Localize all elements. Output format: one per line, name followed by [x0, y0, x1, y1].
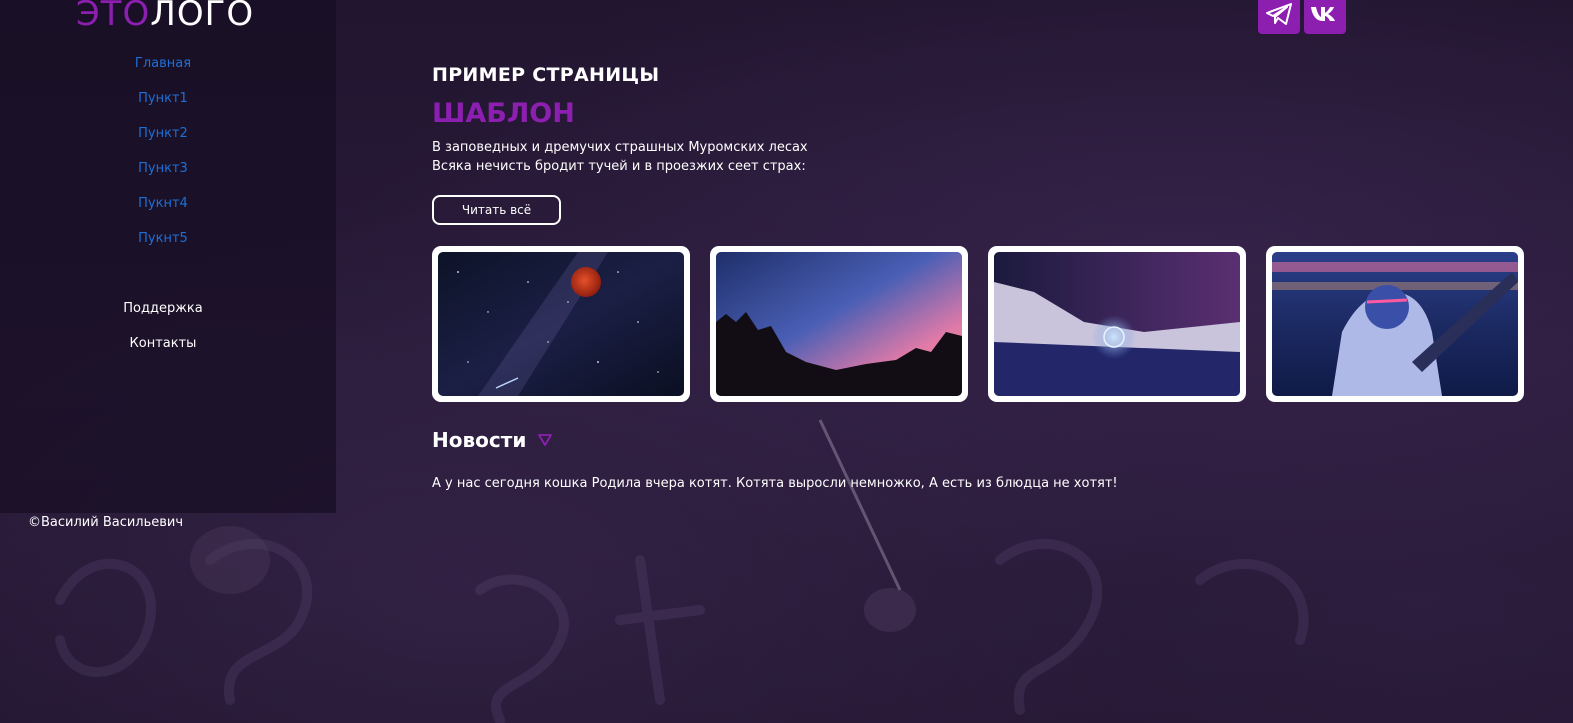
- news-header: Новости: [432, 428, 554, 452]
- sidebar: ЭТОЛОГО Главная Пункт1 Пункт2 Пункт3 Пук…: [0, 0, 336, 513]
- gallery-item[interactable]: [988, 246, 1246, 402]
- main-content: ПРИМЕР СТРАНИЦЫ ШАБЛОН В заповедных и др…: [432, 60, 1532, 491]
- vk-icon: [1311, 7, 1335, 21]
- neon-portrait-image: [1272, 252, 1518, 396]
- nav-item-support[interactable]: Поддержка: [0, 297, 326, 332]
- nav-item-contacts[interactable]: Контакты: [0, 332, 326, 367]
- read-more-button[interactable]: Читать всё: [432, 195, 561, 225]
- intro-text: В заповедных и дремучих страшных Муромск…: [432, 138, 1532, 176]
- nav-item-3[interactable]: Пункт3: [0, 157, 326, 192]
- copyright: ©Василий Васильевич: [28, 515, 184, 530]
- nav-item-4[interactable]: Пукнт4: [0, 192, 326, 227]
- logo[interactable]: ЭТОЛОГО: [76, 0, 254, 40]
- secondary-nav: Поддержка Контакты: [0, 297, 326, 367]
- image-gallery: [432, 246, 1524, 402]
- snowy-mountain-light-painting-image: [994, 252, 1240, 396]
- triangle-down-icon: [538, 434, 553, 446]
- gallery-item[interactable]: [432, 246, 690, 402]
- news-title: Новости: [432, 428, 527, 452]
- news-toggle[interactable]: [536, 431, 554, 449]
- news-text: А у нас сегодня кошка Родила вчера котят…: [432, 476, 1118, 491]
- intro-line: Всяка нечисть бродит тучей и в проезжих …: [432, 159, 806, 174]
- nav-item-2[interactable]: Пункт2: [0, 122, 326, 157]
- main-nav: Главная Пункт1 Пункт2 Пункт3 Пукнт4 Пукн…: [0, 52, 326, 262]
- social-links: [1258, 0, 1346, 34]
- page-subtitle: ШАБЛОН: [432, 98, 575, 129]
- vk-button[interactable]: [1304, 0, 1346, 34]
- page-title: ПРИМЕР СТРАНИЦЫ: [432, 64, 660, 86]
- logo-text: ЛОГО: [150, 0, 255, 34]
- nav-item-home[interactable]: Главная: [0, 52, 326, 87]
- intro-line: В заповедных и дремучих страшных Муромск…: [432, 140, 808, 155]
- nav-item-5[interactable]: Пукнт5: [0, 227, 326, 262]
- gallery-item[interactable]: [1266, 246, 1524, 402]
- telegram-button[interactable]: [1258, 0, 1300, 34]
- logo-accent-text: ЭТО: [76, 0, 151, 34]
- night-sky-red-moon-image: [438, 252, 684, 396]
- sunset-rocks-image: [716, 252, 962, 396]
- gallery-item[interactable]: [710, 246, 968, 402]
- telegram-icon: [1266, 3, 1292, 25]
- nav-item-1[interactable]: Пункт1: [0, 87, 326, 122]
